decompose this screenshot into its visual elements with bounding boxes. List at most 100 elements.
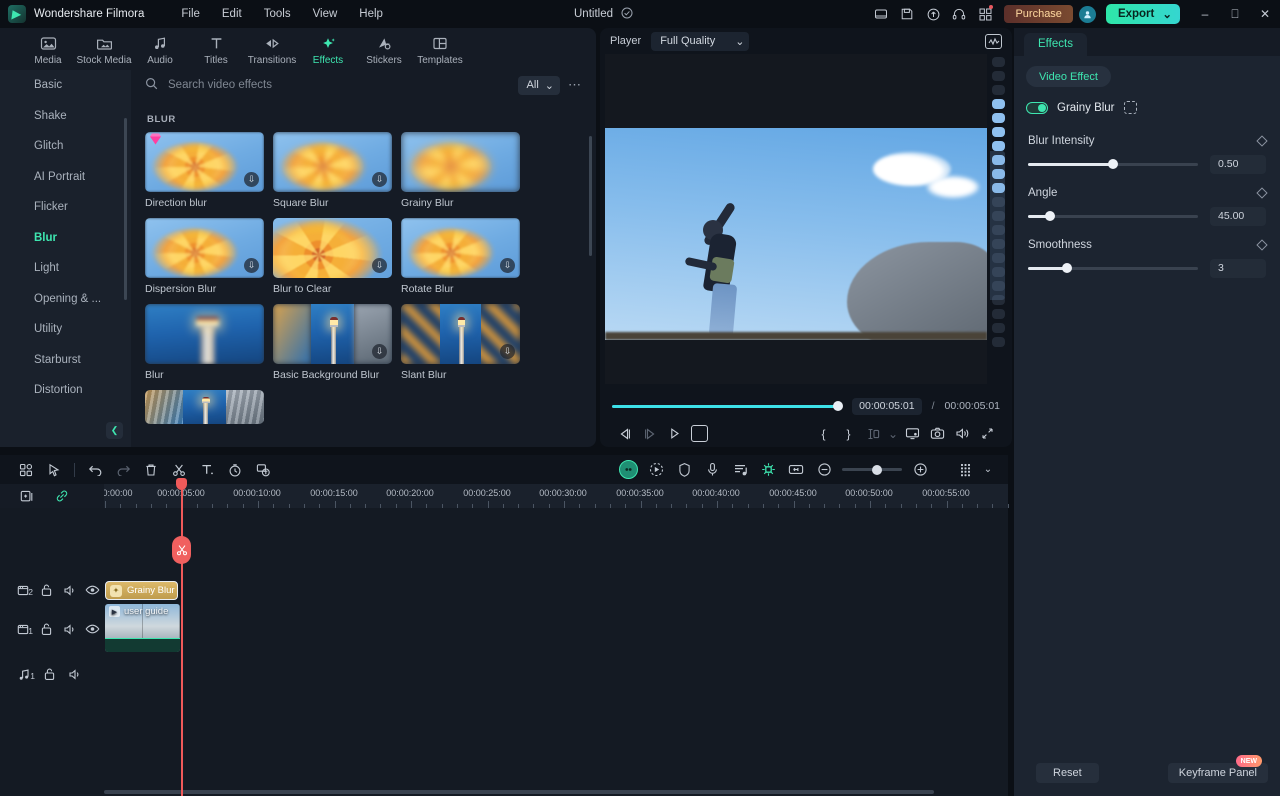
effects-grid-scroll[interactable]: BLUR ⇩ Direction blur ⇩ Square Blur Grai…: [131, 100, 596, 447]
category-utility[interactable]: Utility: [0, 314, 131, 345]
category-blur[interactable]: Blur: [0, 223, 131, 254]
keyframe-panel-button[interactable]: Keyframe Panel NEW: [1167, 755, 1268, 783]
download-icon[interactable]: ⇩: [244, 172, 259, 187]
tab-stock-media[interactable]: Stock Media: [76, 33, 132, 66]
category-glitch[interactable]: Glitch: [0, 131, 131, 162]
player-seek-bar[interactable]: [612, 401, 843, 411]
split-screen-button[interactable]: [861, 423, 886, 445]
effect-card-rotate-blur[interactable]: ⇩ Rotate Blur: [401, 218, 520, 295]
auto-caption-button[interactable]: [249, 459, 277, 481]
audio-mixer-button[interactable]: [726, 459, 754, 481]
menu-edit[interactable]: Edit: [211, 4, 253, 24]
track-manager-button[interactable]: [952, 459, 980, 481]
lock-icon[interactable]: [35, 617, 58, 641]
motion-tracking-button[interactable]: [642, 459, 670, 481]
timeline-tracks-area[interactable]: 2 ✦ Grainy Blur 1 ▶ user guide 1: [0, 508, 1008, 796]
mark-in-button[interactable]: {: [811, 423, 836, 445]
lock-icon[interactable]: [35, 578, 58, 602]
smoothness-value[interactable]: 3: [1210, 258, 1266, 278]
effects-grid-scrollbar[interactable]: [589, 136, 592, 256]
effect-card-direction-blur[interactable]: ⇩ Direction blur: [145, 132, 264, 209]
scissors-icon[interactable]: [172, 536, 191, 564]
fit-timeline-button[interactable]: [782, 459, 810, 481]
effect-card-basic-background-blur[interactable]: ⇩ Basic Background Blur: [273, 304, 392, 381]
stop-button[interactable]: [691, 425, 708, 442]
category-basic[interactable]: Basic: [0, 70, 131, 101]
search-input[interactable]: [168, 79, 518, 91]
waveform-scope-icon[interactable]: [985, 33, 1002, 49]
download-icon[interactable]: ⇩: [372, 172, 387, 187]
window-maximize-button[interactable]: ⎕: [1220, 0, 1250, 28]
mute-icon[interactable]: [58, 617, 81, 641]
blur-intensity-slider[interactable]: [1028, 159, 1198, 169]
play-button[interactable]: [662, 423, 687, 445]
tab-media[interactable]: Media: [20, 33, 76, 66]
add-track-button[interactable]: [14, 484, 39, 508]
menu-view[interactable]: View: [302, 4, 349, 24]
mask-icon[interactable]: [1123, 101, 1137, 114]
cloud-upload-icon[interactable]: [920, 0, 946, 28]
eye-visible-icon[interactable]: [81, 578, 104, 602]
timeline-horizontal-scrollbar[interactable]: [104, 790, 934, 794]
keyframe-diamond-icon[interactable]: [1256, 135, 1268, 147]
timeline-clip-user-guide[interactable]: ▶ user guide: [105, 604, 180, 652]
effect-card-dispersion-blur[interactable]: ⇩ Dispersion Blur: [145, 218, 264, 295]
headset-support-icon[interactable]: [946, 0, 972, 28]
timeline-clip-grainy-blur[interactable]: ✦ Grainy Blur: [105, 581, 178, 600]
playhead-handle[interactable]: [176, 478, 187, 490]
color-match-button[interactable]: [670, 459, 698, 481]
snapshot-button[interactable]: [925, 423, 950, 445]
text-button[interactable]: [193, 459, 221, 481]
video-effect-chip[interactable]: Video Effect: [1026, 66, 1111, 87]
download-icon[interactable]: ⇩: [244, 258, 259, 273]
player-quality-dropdown[interactable]: Full Quality ⌄: [651, 31, 750, 51]
tab-stickers[interactable]: Stickers: [356, 33, 412, 66]
download-icon[interactable]: ⇩: [372, 344, 387, 359]
split-screen-caret[interactable]: ⌄: [886, 423, 900, 445]
effect-card-slant-blur[interactable]: ⇩ Slant Blur: [401, 304, 520, 381]
zoom-out-button[interactable]: [810, 459, 838, 481]
redo-button[interactable]: [109, 459, 137, 481]
pop-out-player-button[interactable]: [900, 423, 925, 445]
download-icon[interactable]: ⇩: [500, 258, 515, 273]
seek-handle[interactable]: [832, 401, 843, 411]
keyframe-diamond-icon[interactable]: [1256, 187, 1268, 199]
category-starburst[interactable]: Starburst: [0, 345, 131, 376]
timeline-ruler[interactable]: 00:00:00 00:00:05:00 00:00:10:00 00:00:1…: [0, 484, 1009, 508]
record-voiceover-button[interactable]: [614, 459, 642, 481]
effect-card-square-blur[interactable]: ⇩ Square Blur: [273, 132, 392, 209]
category-ai-portrait[interactable]: AI Portrait: [0, 162, 131, 193]
blur-intensity-value[interactable]: 0.50: [1210, 154, 1266, 174]
export-button[interactable]: Export ⌄: [1105, 4, 1180, 24]
fullscreen-button[interactable]: [975, 423, 1000, 445]
reset-button[interactable]: Reset: [1036, 763, 1099, 783]
more-options-icon[interactable]: ⋯: [568, 77, 582, 93]
effect-card-grainy-blur[interactable]: Grainy Blur: [401, 132, 520, 209]
mark-out-button[interactable]: }: [836, 423, 861, 445]
menu-help[interactable]: Help: [348, 4, 394, 24]
screen-layout-icon[interactable]: [868, 0, 894, 28]
delete-button[interactable]: [137, 459, 165, 481]
timeline-zoom-handle[interactable]: [872, 464, 882, 475]
tab-transitions[interactable]: Transitions: [244, 33, 300, 66]
next-frame-button[interactable]: [637, 423, 662, 445]
current-timecode[interactable]: 00:00:05:01: [852, 397, 922, 415]
mute-icon[interactable]: [58, 578, 81, 602]
tab-effects-properties[interactable]: Effects: [1024, 33, 1087, 56]
volume-button[interactable]: [950, 423, 975, 445]
window-close-button[interactable]: ✕: [1250, 0, 1280, 28]
undo-button[interactable]: [81, 459, 109, 481]
smoothness-slider[interactable]: [1028, 263, 1198, 273]
effect-card-partial[interactable]: [145, 390, 264, 424]
download-icon[interactable]: ⇩: [500, 344, 515, 359]
audio-mic-button[interactable]: [698, 459, 726, 481]
keyframe-button[interactable]: [754, 459, 782, 481]
keyframe-diamond-icon[interactable]: [1256, 239, 1268, 251]
avatar[interactable]: [1078, 5, 1096, 23]
effect-card-blur[interactable]: Blur: [145, 304, 264, 381]
category-flicker[interactable]: Flicker: [0, 192, 131, 223]
category-opening[interactable]: Opening & ...: [0, 284, 131, 315]
preview-stage[interactable]: [605, 54, 987, 384]
tab-titles[interactable]: Titles: [188, 33, 244, 66]
download-icon[interactable]: ⇩: [372, 258, 387, 273]
